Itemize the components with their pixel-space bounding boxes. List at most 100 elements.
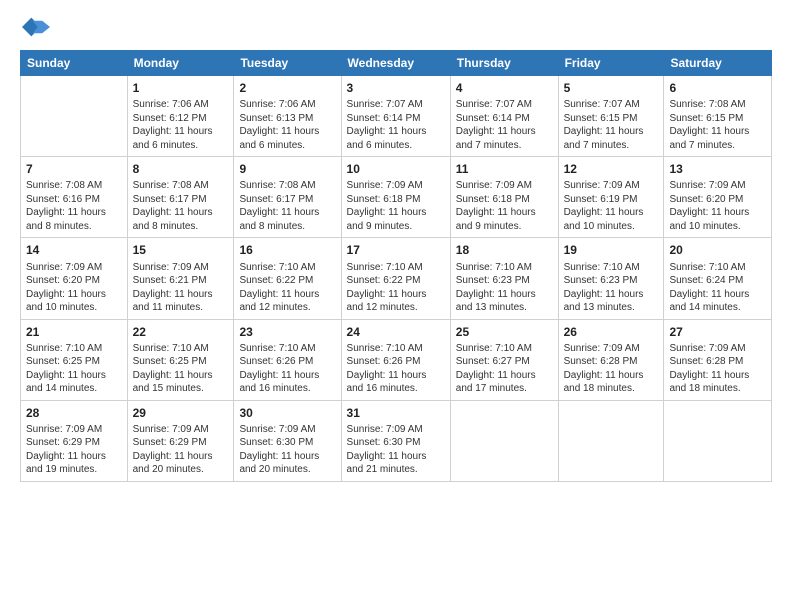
day-info-line: Sunset: 6:30 PM: [239, 437, 313, 448]
day-info-line: and 10 minutes.: [26, 302, 97, 313]
day-info-line: Sunset: 6:18 PM: [347, 194, 421, 205]
day-info-line: Daylight: 11 hours: [133, 207, 213, 218]
calendar-cell: 23Sunrise: 7:10 AMSunset: 6:26 PMDayligh…: [234, 319, 341, 400]
day-info-line: Daylight: 11 hours: [133, 126, 213, 137]
calendar-cell: 8Sunrise: 7:08 AMSunset: 6:17 PMDaylight…: [127, 157, 234, 238]
day-number: 12: [564, 161, 659, 177]
day-info-line: Daylight: 11 hours: [669, 126, 749, 137]
calendar-cell: 10Sunrise: 7:09 AMSunset: 6:18 PMDayligh…: [341, 157, 450, 238]
calendar-week-row: 14 Sunrise: 7:09 AM Sunset: 6:20 PM Dayligh…: [21, 238, 772, 319]
day-number: 1: [133, 80, 229, 96]
day-info-line: Daylight: 11 hours: [669, 289, 749, 300]
day-info-line: Sunrise: 7:10 AM: [564, 262, 640, 273]
day-info-line: and 7 minutes.: [456, 140, 522, 151]
day-number: 14: [26, 242, 122, 258]
day-info-line: Daylight: 11 hours: [456, 126, 536, 137]
calendar-cell: 2Sunrise: 7:06 AMSunset: 6:13 PMDaylight…: [234, 76, 341, 157]
calendar-cell: 28Sunrise: 7:09 AMSunset: 6:29 PMDayligh…: [21, 400, 128, 481]
day-info-line: Sunrise: 7:06 AM: [239, 99, 315, 110]
day-info-line: Sunrise: 7:09 AM: [669, 180, 745, 191]
day-info: Sunrise: 7:09 AMSunset: 6:18 PMDaylight:…: [456, 179, 553, 233]
day-info-line: Sunrise: 7:09 AM: [26, 262, 102, 273]
day-info: Sunrise: 7:09 AMSunset: 6:29 PMDaylight:…: [133, 423, 229, 477]
day-info-line: and 15 minutes.: [133, 383, 204, 394]
calendar-cell: 5Sunrise: 7:07 AMSunset: 6:15 PMDaylight…: [558, 76, 664, 157]
day-number: 3: [347, 80, 445, 96]
day-info-line: Sunset: 6:20 PM: [669, 194, 743, 205]
header: [20, 16, 772, 38]
calendar-cell: 17Sunrise: 7:10 AMSunset: 6:22 PMDayligh…: [341, 238, 450, 319]
day-info: Sunrise: 7:10 AM Sunset: 6:24 PM Daylight:…: [669, 261, 766, 315]
day-info-line: Sunset: 6:19 PM: [564, 194, 638, 205]
day-info-line: Sunrise: 7:09 AM: [26, 424, 102, 435]
day-info-line: Sunset: 6:28 PM: [564, 356, 638, 367]
day-info-line: Sunrise: 7:09 AM: [239, 424, 315, 435]
day-info-line: Daylight: 11 hours: [564, 126, 644, 137]
day-info-line: and 12 minutes.: [347, 302, 418, 313]
calendar-cell: 21Sunrise: 7:10 AMSunset: 6:25 PMDayligh…: [21, 319, 128, 400]
day-info-line: Sunset: 6:15 PM: [669, 113, 743, 124]
day-info-line: Sunset: 6:30 PM: [347, 437, 421, 448]
day-info-line: Daylight: 11 hours: [133, 289, 213, 300]
day-info-line: Sunset: 6:13 PM: [239, 113, 313, 124]
day-info-line: and 14 minutes.: [26, 383, 97, 394]
calendar-cell: [450, 400, 558, 481]
day-info-line: Sunrise: 7:10 AM: [26, 343, 102, 354]
calendar-cell: [664, 400, 772, 481]
calendar-cell: 14Sunrise: 7:09 AMSunset: 6:20 PMDayligh…: [21, 238, 128, 319]
day-info-line: Daylight: 11 hours: [669, 207, 749, 218]
day-info-line: and 9 minutes.: [456, 221, 522, 232]
day-number: 4: [456, 80, 553, 96]
day-info: Sunrise: 7:08 AMSunset: 6:16 PMDaylight:…: [26, 179, 122, 233]
day-info-line: Sunrise: 7:08 AM: [239, 180, 315, 191]
day-info: Sunrise: 7:10 AMSunset: 6:26 PMDaylight:…: [347, 342, 445, 396]
day-info-line: Daylight: 11 hours: [564, 370, 644, 381]
day-info-line: and 11 minutes.: [133, 302, 203, 313]
day-info-line: Sunset: 6:14 PM: [347, 113, 421, 124]
day-info-line: Sunset: 6:22 PM: [239, 275, 313, 286]
day-info-line: Sunset: 6:25 PM: [133, 356, 207, 367]
day-info-line: Daylight: 11 hours: [133, 451, 213, 462]
day-info-line: Sunset: 6:20 PM: [26, 275, 100, 286]
day-info-line: Sunset: 6:14 PM: [456, 113, 530, 124]
day-info: Sunrise: 7:09 AMSunset: 6:18 PMDaylight:…: [347, 179, 445, 233]
day-info-line: Daylight: 11 hours: [564, 289, 644, 300]
day-info-line: Daylight: 11 hours: [564, 207, 644, 218]
day-info-line: Daylight: 11 hours: [239, 289, 319, 300]
day-info-line: and 18 minutes.: [564, 383, 635, 394]
day-info-line: Daylight: 11 hours: [239, 451, 319, 462]
day-number: 13: [669, 161, 766, 177]
calendar-cell: 3Sunrise: 7:07 AMSunset: 6:14 PMDaylight…: [341, 76, 450, 157]
day-info-line: Sunrise: 7:07 AM: [347, 99, 423, 110]
day-info-line: Sunrise: 7:10 AM: [669, 262, 745, 273]
day-info: Sunrise: 7:07 AM Sunset: 6:14 PM Daylight:…: [456, 98, 553, 152]
day-info-line: Sunset: 6:24 PM: [669, 275, 743, 286]
page: SundayMondayTuesdayWednesdayThursdayFrid…: [0, 0, 792, 612]
day-info-line: and 21 minutes.: [347, 464, 418, 475]
day-info-line: Sunset: 6:28 PM: [669, 356, 743, 367]
day-info-line: Sunrise: 7:09 AM: [564, 343, 640, 354]
day-info: Sunrise: 7:07 AMSunset: 6:14 PMDaylight:…: [347, 98, 445, 152]
day-info: Sunrise: 7:10 AMSunset: 6:27 PMDaylight:…: [456, 342, 553, 396]
day-info-line: Sunrise: 7:07 AM: [456, 99, 532, 110]
day-info-line: Sunrise: 7:08 AM: [133, 180, 209, 191]
calendar-day-header: Wednesday: [341, 51, 450, 76]
calendar-cell: 15Sunrise: 7:09 AMSunset: 6:21 PMDayligh…: [127, 238, 234, 319]
day-info-line: Daylight: 11 hours: [347, 207, 427, 218]
day-info-line: and 18 minutes.: [669, 383, 740, 394]
day-number: 5: [564, 80, 659, 96]
day-info-line: and 6 minutes.: [347, 140, 413, 151]
calendar-cell: 20Sunrise: 7:10 AMSunset: 6:24 PMDayligh…: [664, 238, 772, 319]
day-info-line: and 16 minutes.: [239, 383, 310, 394]
day-number: 23: [239, 324, 335, 340]
day-info: Sunrise: 7:10 AMSunset: 6:23 PMDaylight:…: [564, 261, 659, 315]
day-number: 18: [456, 242, 553, 258]
day-info: Sunrise: 7:09 AMSunset: 6:20 PMDaylight:…: [26, 261, 122, 315]
day-info: Sunrise: 7:08 AMSunset: 6:17 PMDaylight:…: [239, 179, 335, 233]
day-info-line: Sunset: 6:16 PM: [26, 194, 100, 205]
calendar-cell: 4 Sunrise: 7:07 AM Sunset: 6:14 PM Daylight…: [450, 76, 558, 157]
day-info-line: Daylight: 11 hours: [456, 289, 536, 300]
day-info-line: Sunset: 6:18 PM: [456, 194, 530, 205]
calendar: SundayMondayTuesdayWednesdayThursdayFrid…: [20, 50, 772, 482]
day-info-line: Sunrise: 7:10 AM: [133, 343, 209, 354]
